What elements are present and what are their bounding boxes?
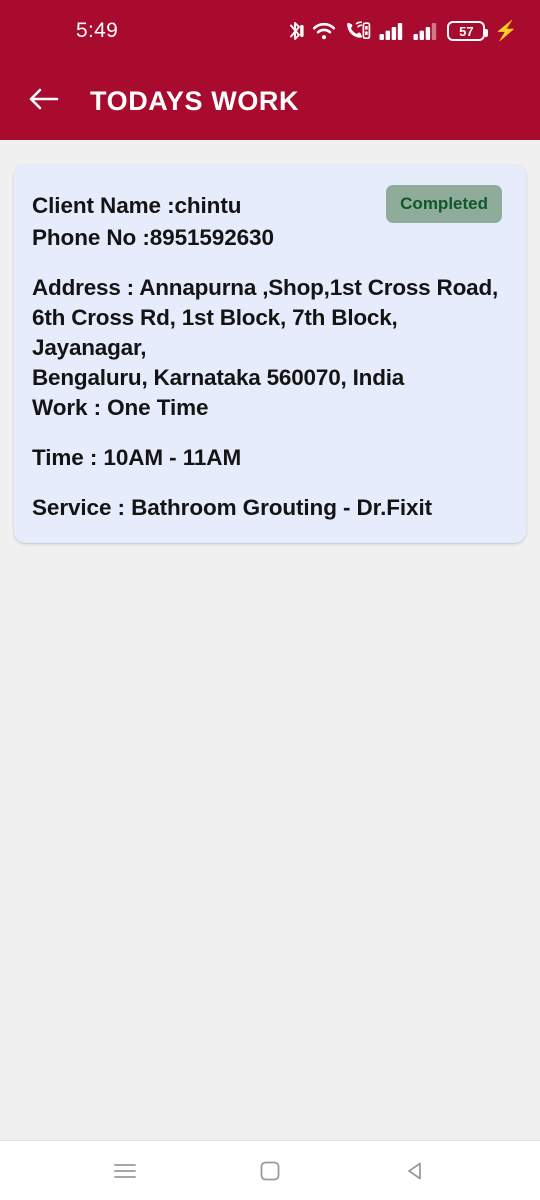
address-row: Address : Annapurna ,Shop,1st Cross Road… [32,273,508,393]
back-arrow-icon [28,85,60,118]
job-card-header: Client Name :chintu Completed [32,185,508,223]
service-row: Service : Bathroom Grouting - Dr.Fixit [32,495,433,521]
content-scroll-area[interactable]: Client Name :chintu Completed Phone No :… [0,140,540,1140]
phone-no-row[interactable]: Phone No :8951592630 [32,223,508,252]
status-badge: Completed [386,185,502,223]
wifi-icon [312,21,336,41]
back-icon [404,1160,426,1182]
android-nav-bar [0,1140,540,1200]
home-icon [259,1160,281,1182]
charging-bolt-icon: ⚡ [494,20,518,42]
battery-level-label: 57 [459,23,474,39]
client-name-row: Client Name :chintu [32,193,242,218]
time-row: Time : 10AM - 11AM [32,445,242,471]
address-line: Address : Annapurna ,Shop,1st Cross Road… [32,275,499,301]
signal-bars-sim1-icon [379,21,405,41]
status-bar: 5:49 57 ⚡ [0,0,540,62]
app-bar: TODAYS WORK [0,62,540,140]
job-card[interactable]: Client Name :chintu Completed Phone No :… [14,165,526,543]
signal-bars-sim2-icon [413,21,439,41]
status-bar-clock: 5:49 [76,19,119,42]
page-title: TODAYS WORK [90,85,300,116]
nav-recents-button[interactable] [52,1141,197,1200]
status-bar-icons: 57 ⚡ [287,20,518,42]
bluetooth-icon [287,20,304,42]
phone-screen: 5:49 57 ⚡ TODAYS WORK Client Name:chint… [0,0,540,1200]
nav-home-button[interactable] [197,1141,342,1200]
call-vibrate-icon [344,20,371,42]
back-button[interactable] [20,77,68,125]
nav-back-button[interactable] [343,1141,488,1200]
address-line: Bengaluru, Karnataka 560070, India [32,365,405,391]
address-line: 6th Cross Rd, 1st Block, 7th Block, Jaya… [32,305,398,361]
recents-icon [112,1160,138,1182]
battery-icon: 57 [447,21,489,41]
work-row: Work : One Time [32,394,209,420]
